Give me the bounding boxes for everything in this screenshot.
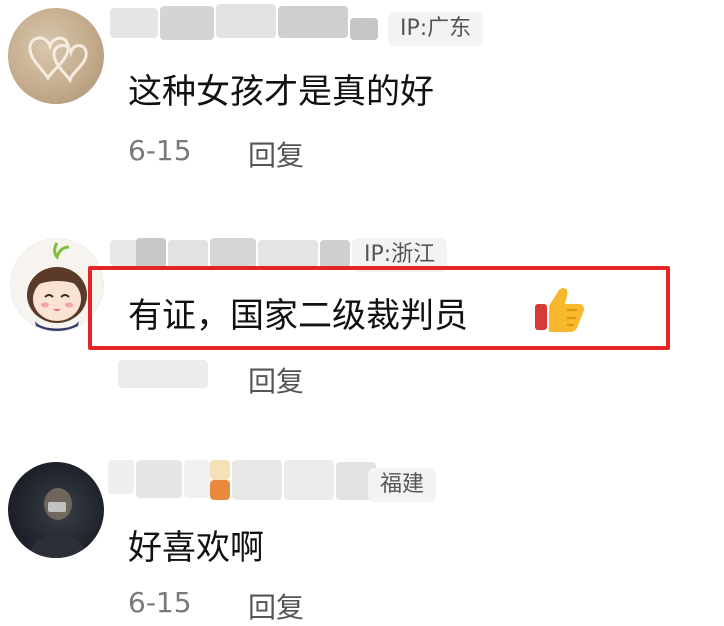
blurred-username [210,480,230,500]
avatar[interactable] [8,8,104,104]
blurred-username [284,460,334,500]
dark-photo-icon [28,488,88,558]
avatar[interactable] [8,462,104,558]
highlight-box [88,266,670,350]
blurred-username [320,240,350,268]
reply-button[interactable]: 回复 [248,134,304,174]
blurred-username [160,6,214,40]
reply-button[interactable]: 回复 [248,586,304,626]
blurred-username [136,460,182,498]
blurred-username [216,4,276,38]
blurred-username [210,460,230,480]
blurred-username [350,18,378,40]
ip-location-badge: 福建 [368,468,437,502]
comment-text: 好喜欢啊 [128,528,264,568]
blurred-username [258,240,318,268]
blurred-username [136,238,166,268]
blurred-username [278,6,348,38]
comment-date: 6-15 [128,586,192,619]
blurred-username [108,460,134,494]
blurred-username [232,460,282,500]
blurred-username [184,460,210,498]
heart-drawing-icon [28,36,88,84]
blurred-username [110,8,158,38]
reply-button[interactable]: 回复 [248,360,304,400]
comment-text: 这种女孩才是真的好 [128,72,434,112]
blurred-date [118,360,208,388]
ip-location-badge: IP:广东 [388,12,484,46]
blurred-username [168,240,208,268]
comment-date: 6-15 [128,134,192,167]
blurred-username [210,238,256,268]
